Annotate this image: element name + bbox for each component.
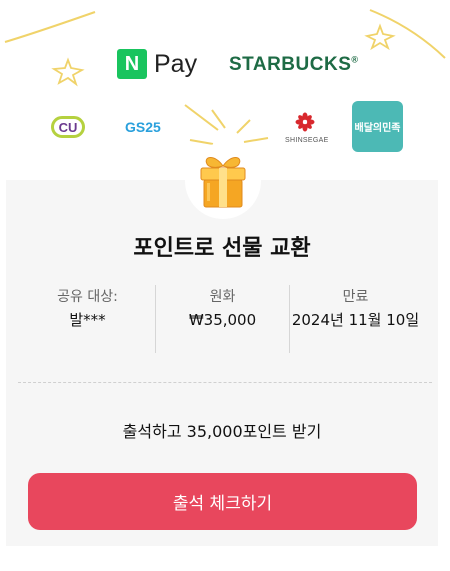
shinsegae-logo: SHINSEGAE [285, 112, 329, 144]
shinsegae-flower-icon [295, 112, 315, 132]
naverpay-logo: N Pay [117, 49, 197, 79]
starbucks-logo: STARBUCKS® [229, 54, 359, 76]
naverpay-pay-text: Pay [154, 49, 198, 78]
dashed-divider [18, 382, 432, 383]
baemin-logo: 배달의민족 [352, 101, 403, 152]
swoosh-line-left [4, 11, 96, 43]
earn-points-text: 출석하고 35,000포인트 받기 [122, 422, 322, 441]
naverpay-n-mark: N [117, 49, 147, 79]
expiry-value: 2024년 11월 10일 [291, 311, 420, 329]
share-target-value: 발*** [69, 311, 106, 329]
gift-exchange-card: 포인트로 선물 교환 공유 대상: 발*** 원화 ₩35,000 만료 202… [6, 180, 438, 546]
starbucks-logo-text: STARBUCKS [229, 54, 352, 75]
check-in-button[interactable]: 출석 체크하기 [28, 473, 417, 530]
registered-mark: ® [351, 54, 359, 65]
shinsegae-logo-text: SHINSEGAE [285, 137, 329, 144]
share-target-label: 공유 대상: [57, 289, 118, 305]
cu-logo: CU [51, 116, 85, 138]
amount-label: 원화 [209, 289, 236, 305]
swoosh-line-right [369, 9, 446, 59]
gift-box-icon [200, 157, 246, 208]
sparkle-star-icon [51, 57, 85, 87]
amount-value: ₩35,000 [188, 311, 257, 329]
amount-info: 원화 ₩35,000 [156, 286, 289, 331]
burst-lines [184, 104, 269, 145]
sparkle-star-icon [364, 23, 396, 51]
expiry-info: 만료 2024년 11월 10일 [289, 286, 422, 331]
expiry-label: 만료 [342, 289, 369, 305]
page-title: 포인트로 선물 교환 [133, 236, 311, 261]
share-target-info: 공유 대상: 발*** [21, 286, 154, 331]
gs25-logo: GS25 [125, 119, 161, 135]
gift-badge [185, 143, 261, 219]
